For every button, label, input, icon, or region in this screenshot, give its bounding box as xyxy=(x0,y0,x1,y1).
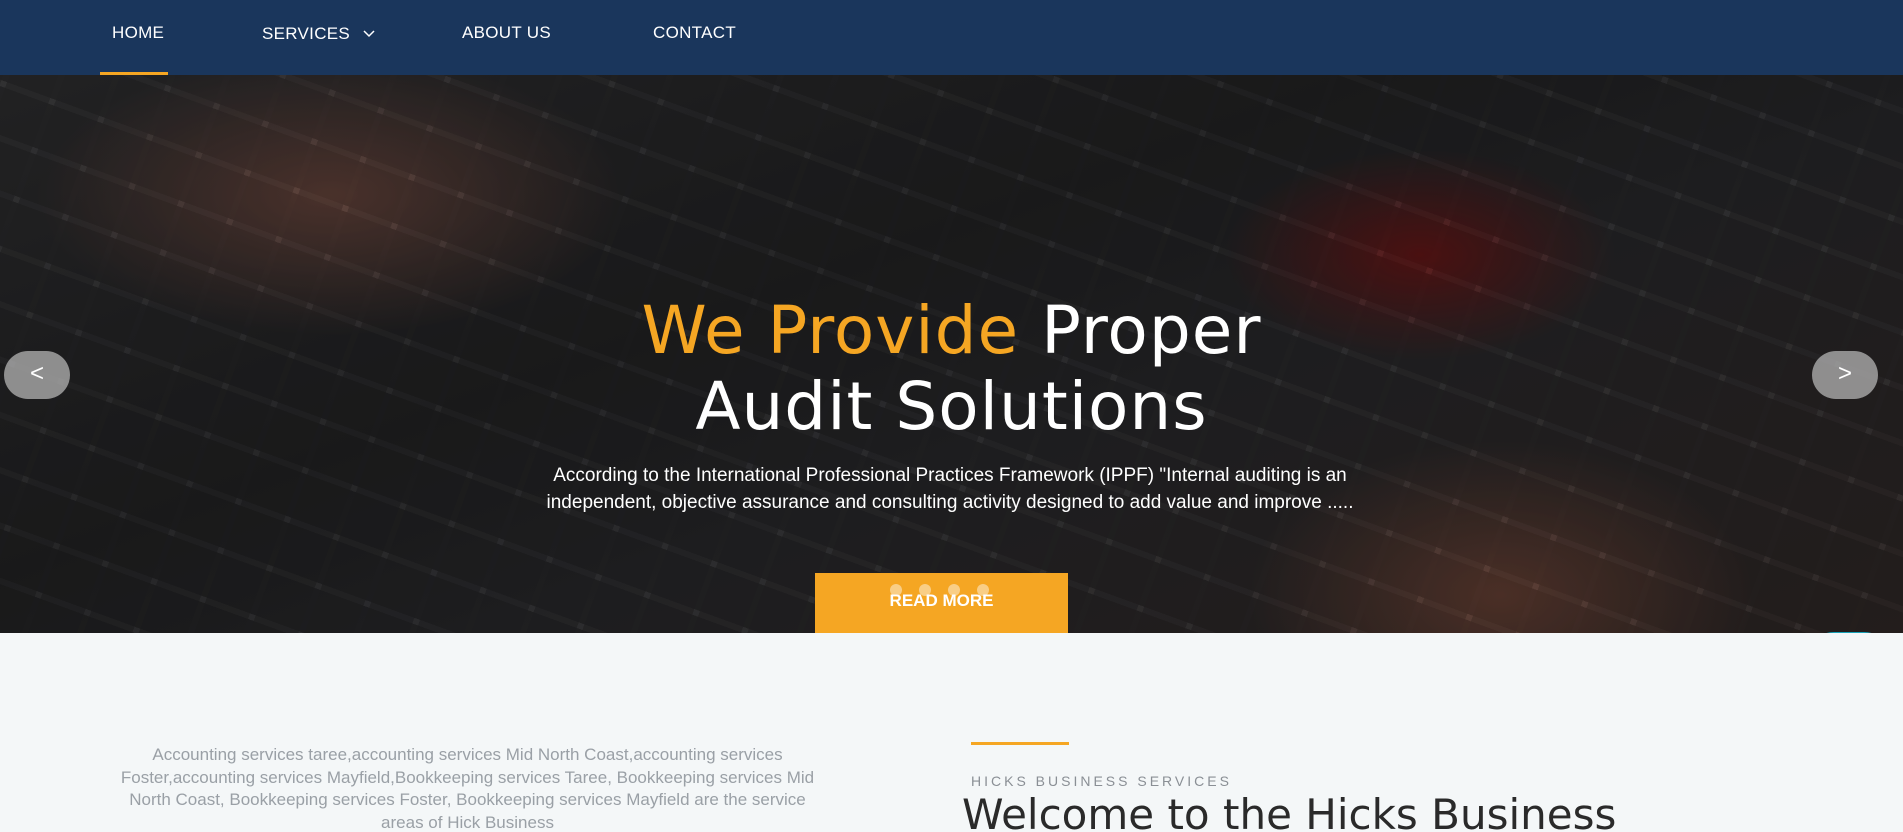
slider-prev-button[interactable]: < xyxy=(4,351,70,399)
chevron-down-icon xyxy=(363,0,375,66)
section-eyebrow: HICKS BUSINESS SERVICES xyxy=(971,773,1232,789)
slider-dot[interactable] xyxy=(948,584,960,596)
chevron-right-icon: > xyxy=(1837,360,1852,387)
hero-title-accent: We Provide xyxy=(641,292,1020,369)
nav-item-label: SERVICES xyxy=(262,24,351,43)
nav-item-home[interactable]: HOME xyxy=(99,0,169,75)
nav-item-label: HOME xyxy=(112,23,165,42)
hero-title: We Provide Proper Audit Solutions xyxy=(0,293,1903,445)
nav-item-services[interactable]: SERVICES xyxy=(262,0,375,75)
slider-dot[interactable] xyxy=(977,584,989,596)
slider-dot[interactable] xyxy=(890,584,902,596)
chevron-left-icon: < xyxy=(29,360,44,387)
slider-pagination xyxy=(890,584,989,596)
section-heading: Welcome to the Hicks Business xyxy=(962,790,1617,832)
nav-item-contact[interactable]: CONTACT xyxy=(653,0,736,75)
read-more-button[interactable]: READ MORE xyxy=(815,573,1068,633)
hero-description: According to the International Professio… xyxy=(546,465,1354,513)
service-areas-text: Accounting services taree,accounting ser… xyxy=(120,745,815,832)
nav-item-label: ABOUT US xyxy=(462,23,551,42)
hero-title-rest: Proper xyxy=(1041,292,1262,369)
hero-title-line2: Audit Solutions xyxy=(695,368,1208,445)
slider-dot[interactable] xyxy=(919,584,931,596)
hero-slider: We Provide Proper Audit Solutions Accord… xyxy=(0,75,1903,633)
nav-item-about-us[interactable]: ABOUT US xyxy=(462,0,551,75)
top-navigation-bar: HOME SERVICES ABOUT US CONTACT xyxy=(0,0,1903,75)
nav-item-label: CONTACT xyxy=(653,23,736,42)
slider-next-button[interactable]: > xyxy=(1812,351,1878,399)
section-accent-line xyxy=(971,742,1069,745)
